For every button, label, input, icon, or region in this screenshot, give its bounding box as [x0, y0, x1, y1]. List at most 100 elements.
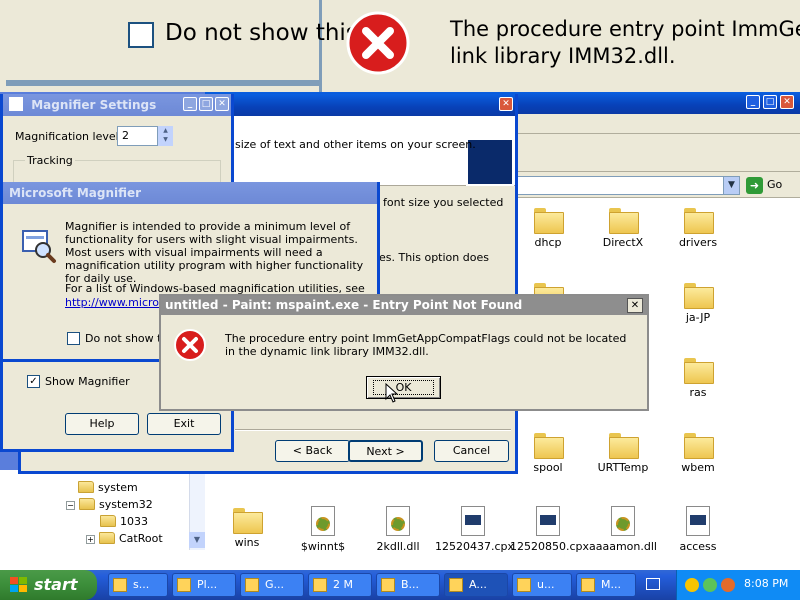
back-button[interactable]: < Back: [275, 440, 350, 462]
tree-item[interactable]: system: [78, 480, 138, 496]
folder-item[interactable]: ras: [660, 358, 736, 399]
tree-item[interactable]: − system32: [66, 497, 153, 513]
settings-file-icon: [311, 506, 335, 536]
magnifier-settings-title-bar[interactable]: Magnifier Settings _ □ ✕: [3, 94, 231, 116]
taskbar-button[interactable]: B...: [376, 573, 440, 597]
folder-item[interactable]: URTTemp: [585, 433, 661, 474]
folder-icon: [534, 208, 564, 234]
magnified-error-line-1: The procedure entry point ImmGetAp: [450, 17, 800, 41]
show-magnifier-label: Show Magnifier: [45, 375, 130, 388]
ok-label: OK: [372, 380, 435, 395]
ok-button[interactable]: OK: [366, 376, 441, 399]
close-icon[interactable]: ✕: [627, 298, 643, 313]
maximize-button[interactable]: □: [763, 95, 777, 109]
folder-icon: [609, 208, 639, 234]
taskbar-button[interactable]: s...: [108, 573, 168, 597]
go-button[interactable]: ➜ Go: [746, 177, 796, 194]
wizard-banner-text: size of text and other items on your scr…: [235, 138, 476, 151]
minimize-button[interactable]: _: [183, 97, 197, 111]
folder-item[interactable]: spool: [510, 433, 586, 474]
taskbar: start s... Pl... G... 2 M B... A... u...…: [0, 570, 800, 600]
window-icon: [517, 578, 531, 592]
magnifier-info-title-bar[interactable]: Microsoft Magnifier: [3, 182, 377, 204]
next-button[interactable]: Next >: [348, 440, 423, 462]
folder-item[interactable]: wbem: [660, 433, 736, 474]
magnified-error-line-2: link library IMM32.dll.: [450, 44, 676, 68]
close-button[interactable]: ✕: [215, 97, 229, 111]
magnifier-info-text: Magnifier is intended to provide a minim…: [65, 220, 364, 285]
close-button[interactable]: ✕: [780, 95, 794, 109]
folder-item[interactable]: dhcp: [510, 208, 586, 249]
folder-icon: [113, 578, 127, 592]
taskbar-button[interactable]: u...: [512, 573, 572, 597]
tracking-group-label: Tracking: [25, 154, 75, 167]
go-arrow-icon: ➜: [746, 177, 763, 194]
error-dialog-title[interactable]: untitled - Paint: mspaint.exe - Entry Po…: [161, 296, 647, 315]
address-dropdown-icon[interactable]: ▼: [723, 176, 740, 195]
show-magnifier-checkbox[interactable]: ✓: [27, 375, 40, 388]
taskbar-button[interactable]: A...: [444, 573, 508, 597]
magnifier-icon: [581, 578, 595, 592]
maximize-button[interactable]: □: [199, 97, 213, 111]
taskbar-group-button[interactable]: 2 M: [308, 573, 372, 597]
file-item[interactable]: 12520850.cpx: [510, 506, 589, 553]
security-shield-icon[interactable]: [685, 578, 699, 592]
keyboard-icon[interactable]: [646, 578, 660, 590]
file-item[interactable]: 12520437.cpx: [435, 506, 514, 553]
scroll-down-icon[interactable]: ▼: [189, 532, 205, 548]
magnified-error-icon: [346, 11, 410, 75]
app-icon: [381, 578, 395, 592]
magnifier-info-title: Microsoft Magnifier: [9, 186, 142, 200]
browser-icon: [177, 578, 191, 592]
magnifier-view: Do not show this The procedure entry poi…: [0, 0, 800, 92]
magnifier-tray-icon[interactable]: [721, 578, 735, 592]
folder-item[interactable]: drivers: [660, 208, 736, 249]
folder-icon: [609, 433, 639, 459]
file-item[interactable]: 2kdll.dll: [360, 506, 436, 553]
clock: 8:08 PM: [744, 577, 789, 590]
folder-icon: [79, 498, 95, 510]
close-button[interactable]: ✕: [499, 97, 513, 111]
app-icon: [449, 578, 463, 592]
tree-item[interactable]: 1033: [100, 514, 148, 530]
level-spinner[interactable]: ▲ ▼: [157, 126, 173, 146]
access-file-icon: [686, 506, 710, 536]
network-icon[interactable]: [703, 578, 717, 592]
magnifier-app-icon: [9, 97, 23, 111]
folder-item[interactable]: wins: [209, 508, 285, 549]
minimize-button[interactable]: _: [746, 95, 760, 109]
start-label: start: [34, 575, 78, 594]
folder-item[interactable]: ja-JP: [660, 283, 736, 324]
magnification-level-label: Magnification level:: [15, 130, 123, 143]
exit-button[interactable]: Exit: [147, 413, 221, 435]
folder-item[interactable]: DirectX: [585, 208, 661, 249]
go-label: Go: [767, 178, 783, 191]
folder-icon: [99, 532, 115, 544]
taskbar-button[interactable]: G...: [240, 573, 304, 597]
wizard-text-2: es. This option does: [379, 251, 489, 264]
tree-item[interactable]: + CatRoot: [86, 531, 163, 547]
folder-icon: [233, 508, 263, 534]
group-icon: [313, 578, 327, 592]
taskbar-button[interactable]: Pl...: [172, 573, 236, 597]
folder-icon: [78, 481, 94, 493]
folder-icon: [100, 515, 116, 527]
do-not-show-checkbox[interactable]: [67, 332, 80, 345]
mouse-cursor-icon: [385, 383, 399, 403]
start-button[interactable]: start: [0, 570, 97, 600]
windows-logo-icon: [10, 577, 27, 592]
folder-icon: [684, 283, 714, 309]
folder-icon: [684, 433, 714, 459]
wizard-separator: [235, 429, 511, 431]
file-item[interactable]: $winnt$: [285, 506, 361, 553]
collapse-icon[interactable]: −: [66, 501, 75, 510]
magnified-checkbox-label: Do not show this: [165, 20, 358, 46]
help-button[interactable]: Help: [65, 413, 139, 435]
cancel-button[interactable]: Cancel: [434, 440, 509, 462]
expand-icon[interactable]: +: [86, 535, 95, 544]
taskbar-button[interactable]: M...: [576, 573, 636, 597]
file-item[interactable]: aaaamon.dll: [585, 506, 661, 553]
wizard-text-1: font size you selected: [383, 196, 504, 209]
cpx-file-icon: [536, 506, 560, 536]
file-item[interactable]: access: [660, 506, 736, 553]
